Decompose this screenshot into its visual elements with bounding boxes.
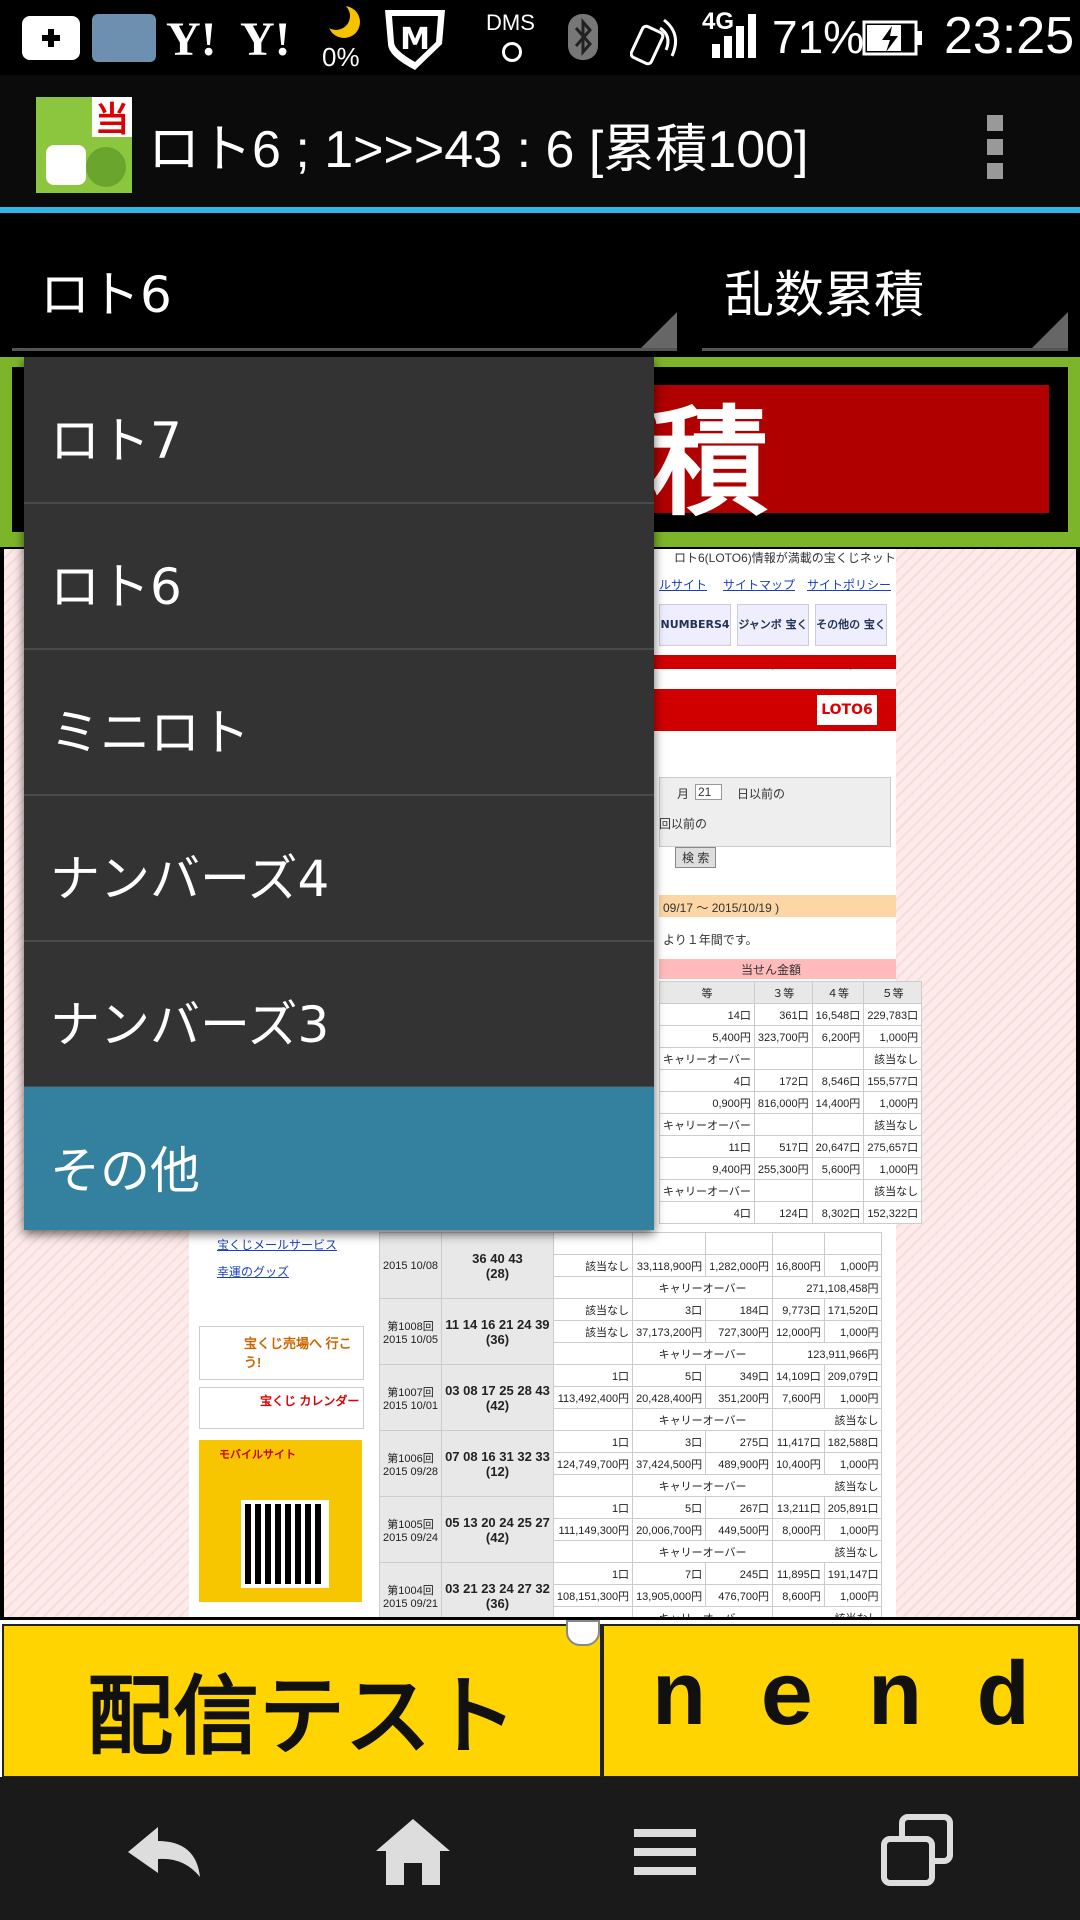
search-month-label: 月 [677, 787, 690, 801]
table-row: 第1005回 2015 09/24 05 13 20 24 25 27 (42) 1口 5… [378, 1496, 883, 1563]
search-button[interactable]: 検 索 [675, 847, 717, 868]
web-header-text: ロト6(LOTO6)情報が満載の宝くじネット [674, 551, 896, 565]
table-row: 4口 172口 8,546口 155,577口 [659, 1069, 923, 1092]
draws-table: 2015 10/08 36 40 43 (28) 該当なし 33,118,900円 1,… [378, 1232, 883, 1617]
jumbo-logo[interactable]: ジャンボ 宝くじ [737, 604, 809, 671]
table-row: 第1007回 2015 10/01 03 08 17 25 28 43 (42) 1口 5… [378, 1364, 883, 1431]
results-table: 等 ３等 ４等 ５等 14口 361口 16,548口 229,783口 5,400円… [659, 981, 923, 1224]
ad-right-text: n e n d [651, 1650, 1031, 1752]
lottery-type-dropdown: ロト7 ロト6 ミニロト ナンバーズ4 ナンバーズ3 その他 [24, 357, 654, 1230]
web-link-1[interactable]: ルサイト [659, 576, 707, 593]
app-title: ロト6 ; 1>>>43 : 6 [累積100] [148, 121, 809, 179]
period-note: より１年間です。 [663, 933, 758, 947]
lottery-type-spinner[interactable]: ロト6 [12, 213, 677, 351]
moon-percent: 0% [322, 42, 360, 72]
app-icon: 当 [36, 97, 132, 193]
search-suffix-label: 日以前の [737, 787, 786, 801]
nfc-icon [629, 14, 682, 66]
side-ad-shops[interactable]: 宝くじ売場へ 行こう! [199, 1326, 364, 1380]
side-link-mail[interactable]: 宝くじメールサービス [217, 1236, 337, 1253]
dropdown-item-numbers3[interactable]: ナンバーズ3 [24, 941, 654, 1088]
qr-code [241, 1500, 329, 1588]
table-row: 第1004回 2015 09/21 03 21 23 24 27 32 (36) 1口 7… [378, 1562, 883, 1617]
navigation-bar [0, 1777, 1080, 1920]
table-row: 第1006回 2015 09/28 07 08 16 31 32 33 (12) 1口 3… [378, 1430, 883, 1497]
signal-icon [712, 14, 760, 58]
home-button[interactable] [368, 1807, 458, 1897]
table-row: キャリーオーバー該当なし [659, 1113, 923, 1136]
side-link-goods[interactable]: 幸運のグッズ [217, 1263, 289, 1280]
dms-label: DMS [486, 10, 535, 35]
table-header-row: 等 ３等 ４等 ５等 [659, 981, 923, 1004]
dropdown-item-numbers4[interactable]: ナンバーズ4 [24, 795, 654, 942]
shield-icon: M [380, 4, 450, 70]
back-button[interactable] [118, 1807, 208, 1897]
search-day-select[interactable]: 21 [695, 784, 723, 800]
table-row: 9,400円 255,300円 5,600円 1,000円 [659, 1157, 923, 1180]
table-row: 4口 124口 8,302口 152,322口 [659, 1201, 923, 1224]
ad-left-text: 配信テスト [87, 1666, 517, 1767]
table-row: 14口 361口 16,548口 229,783口 [659, 1003, 923, 1026]
loto6-logo: LOTO6 [817, 695, 877, 725]
lottery-type-value: ロト6 [40, 266, 172, 324]
banner-text: 積 [650, 394, 769, 532]
dropdown-item-label: ナンバーズ4 [50, 850, 330, 908]
dropdown-item-label: ロト6 [50, 558, 182, 616]
side-ad-calendar[interactable]: 宝くじ カレンダー [199, 1387, 364, 1429]
side-ad-mobile-qr[interactable]: モバイルサイト [199, 1440, 362, 1602]
table-row: キャリーオーバー該当なし [659, 1179, 923, 1202]
table-row: 第1008回 2015 10/05 11 14 16 21 24 39 (36) 該当な… [378, 1298, 883, 1365]
svg-text:M: M [400, 22, 430, 57]
table-row: キャリーオーバー該当なし [659, 1047, 923, 1070]
yahoo-badge-2: Y! [240, 13, 291, 66]
search-round-label: 回以前の [659, 817, 708, 831]
overflow-menu-icon[interactable] [985, 115, 1005, 179]
ad-left[interactable]: 配信テスト [2, 1624, 602, 1778]
ad-right[interactable]: n e n d [602, 1624, 1080, 1778]
action-bar: 当 ロト6 ; 1>>>43 : 6 [累積100] [0, 75, 1080, 213]
dropdown-item-loto7[interactable]: ロト7 [24, 357, 654, 504]
spinner-arrow-icon [641, 312, 677, 348]
ad-banner[interactable]: 配信テスト n e n d [0, 1620, 1080, 1778]
dms-circle-icon [502, 42, 522, 62]
dropdown-item-label: ロト7 [50, 412, 182, 470]
other-lottery-logo[interactable]: その他の 宝くじ [815, 604, 887, 671]
prize-header: 当せん金額 [741, 963, 802, 977]
web-link-sitemap[interactable]: サイトマップ [723, 576, 795, 593]
dropdown-item-label: その他 [50, 1142, 200, 1200]
dropdown-item-other[interactable]: その他 [24, 1087, 654, 1230]
period-text: 09/17 ～ 2015/10/19 ) [663, 901, 780, 915]
add-notification-icon [22, 16, 80, 60]
table-row: 11口 517口 20,647口 275,657口 [659, 1135, 923, 1158]
dropdown-item-label: ナンバーズ3 [50, 996, 330, 1054]
col-header: 等 [659, 981, 755, 1004]
dropdown-item-loto6[interactable]: ロト6 [24, 503, 654, 650]
table-row: 5,400円 323,700円 6,200円 1,000円 [659, 1025, 923, 1048]
col-header: ３等 [753, 981, 813, 1004]
calendar-icon [92, 14, 156, 62]
status-bar: Y! Y! 0% M DMS 4G 71% 23:25 [0, 0, 1080, 75]
spinner-arrow-icon [1032, 312, 1068, 348]
clock: 23:25 [944, 7, 1075, 65]
menu-button[interactable] [620, 1807, 710, 1897]
ad-info-icon[interactable] [566, 1620, 600, 1646]
dropdown-item-miniloto[interactable]: ミニロト [24, 649, 654, 796]
battery-percent: 71% [772, 11, 865, 63]
recent-apps-button[interactable] [872, 1807, 962, 1897]
mode-spinner[interactable]: 乱数累積 [702, 213, 1068, 351]
col-header: ５等 [863, 981, 923, 1004]
battery-charging-icon [862, 20, 924, 56]
table-row: 2015 10/08 36 40 43 (28) [378, 1232, 883, 1299]
mode-value: 乱数累積 [724, 266, 924, 324]
svg-text:当: 当 [95, 100, 129, 140]
bluetooth-icon [566, 12, 600, 62]
col-header: ４等 [811, 981, 865, 1004]
numbers4-logo[interactable]: NUMBERS4 [659, 604, 731, 646]
dropdown-item-label: ミニロト [50, 704, 250, 762]
yahoo-badge-1: Y! [166, 13, 217, 66]
spinner-row: ロト6 乱数累積 [0, 213, 1080, 360]
moon-icon [322, 2, 362, 40]
web-link-policy[interactable]: サイトポリシー [807, 576, 891, 593]
table-row: 0,900円 816,000円 14,400円 1,000円 [659, 1091, 923, 1114]
